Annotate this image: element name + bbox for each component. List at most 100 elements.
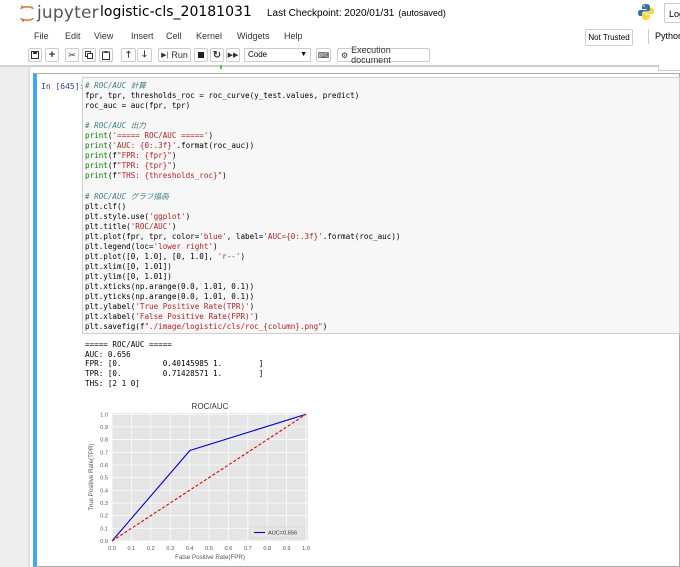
not-trusted-indicator[interactable]: Not Trusted <box>585 29 633 46</box>
execution-document-label: Execution document <box>351 45 391 65</box>
y-tick-label: 0.1 <box>100 526 108 532</box>
menu-widgets[interactable]: Widgets <box>237 31 270 41</box>
scroll-handle[interactable] <box>658 65 680 71</box>
code-token: ) <box>254 312 259 322</box>
cut-button[interactable]: ✂ <box>65 48 79 62</box>
x-tick-label: 0.1 <box>128 546 136 552</box>
menu-cell[interactable]: Cell <box>166 31 182 41</box>
jupyter-logo-icon <box>20 5 34 22</box>
chart-title: ROC/AUC <box>192 402 229 411</box>
arrow-up-icon: 🡑 <box>126 49 131 59</box>
code-token: # ROC/AUC 出力 <box>85 121 146 131</box>
code-line: ​ <box>85 111 400 121</box>
cell-type-select[interactable]: Code ▼ <box>244 48 311 62</box>
notebook-name[interactable]: logistic-cls_20181031 <box>100 4 252 20</box>
code-token: '===== ROC/AUC =====' <box>112 131 209 141</box>
move-down-button[interactable]: 🡓 <box>137 48 152 62</box>
stop-icon <box>198 52 204 58</box>
x-tick-label: 0.0 <box>108 546 116 552</box>
menu-kernel[interactable]: Kernel <box>196 31 222 41</box>
menu-file[interactable]: File <box>34 31 49 41</box>
cell-output-text: ===== ROC/AUC ===== AUC: 0.656 FPR: [0. 0.… <box>85 340 263 389</box>
menu-insert[interactable]: Insert <box>131 31 154 41</box>
x-axis-label: False Positive Rate(FPR) <box>175 554 245 561</box>
restart-button[interactable]: ↻ <box>210 48 224 62</box>
run-button[interactable]: ▶| Run <box>158 48 191 62</box>
code-line: print('===== ROC/AUC =====') <box>85 131 400 141</box>
command-palette-button[interactable]: ⌨ <box>316 48 331 62</box>
code-token: .format(roc_auc)) <box>176 141 255 151</box>
save-icon <box>31 51 39 59</box>
execution-document-button[interactable]: ⚙ Execution document <box>337 45 430 65</box>
code-token: ) <box>171 161 177 171</box>
code-token: fpr, tpr, thresholds_roc = roc_curve(y_t… <box>85 91 360 101</box>
logout-button[interactable]: Log <box>664 3 680 23</box>
code-token: (f <box>107 171 118 181</box>
cell-type-value: Code <box>248 50 268 59</box>
save-button[interactable] <box>28 48 42 62</box>
python-logo-icon <box>637 3 655 26</box>
code-token: ) <box>222 171 227 181</box>
code-line: plt.xlim([0, 1.01]) <box>85 262 400 272</box>
code-line: plt.legend(loc='lower right') <box>85 242 400 252</box>
code-token: print <box>85 171 108 181</box>
code-token: plt.yticks(np.arange(0.0, 1.01, 0.1)) <box>85 291 255 301</box>
code-line: print(f"TPR: {tpr}") <box>85 161 400 171</box>
x-tick-label: 0.8 <box>263 546 271 552</box>
code-token: (f <box>107 151 118 161</box>
y-tick-label: 0.4 <box>100 488 108 494</box>
code-token: plt.title( <box>85 221 131 231</box>
code-token: plt.plot([0, 1.0], [0, 1.0], <box>85 251 218 261</box>
roc-chart: 0.0 0.1 0.2 0.3 0.4 0.5 0.6 0.7 0.8 0.9 1.0 0.0 0.1 0… <box>88 402 310 561</box>
code-token: ) <box>171 221 177 231</box>
y-tick-label: 0.2 <box>100 514 108 520</box>
code-line: print('AUC: {0:.3f}'.format(roc_auc)) <box>85 141 400 151</box>
copy-icon <box>85 51 93 59</box>
code-token: (f <box>107 161 118 171</box>
chevron-down-icon: ▼ <box>300 51 307 58</box>
y-tick-label: 0.9 <box>100 425 108 431</box>
code-line: plt.ylim([0, 1.01]) <box>85 272 400 282</box>
restart-run-all-button[interactable]: ▶▶ <box>226 48 240 62</box>
code-token: ) <box>208 131 214 141</box>
code-token: plt.xlabel( <box>85 312 136 322</box>
paste-button[interactable] <box>99 48 113 62</box>
code-line: # ROC/AUC 計算 <box>85 81 400 91</box>
y-tick-label: 0.8 <box>100 438 108 444</box>
y-axis-label: True Positive Rate(TPR) <box>88 443 95 510</box>
code-token: , label= <box>226 231 264 241</box>
autosave-text: (autosaved) <box>398 8 446 18</box>
menu-view[interactable]: View <box>94 31 113 41</box>
jupyter-logo[interactable]: jupyter <box>20 3 99 23</box>
y-tick-label: 0.7 <box>100 450 108 456</box>
code-token: 'ROC/AUC' <box>130 221 172 231</box>
checkpoint-status: Last Checkpoint: 2020/01/31 (autosaved) <box>267 8 446 19</box>
code-token: print <box>85 141 108 151</box>
code-token: "./image/logistic/cls/roc_{column}.png" <box>144 322 323 332</box>
output-line: THS: [2 1 0] <box>85 378 140 388</box>
x-tick-label: 0.7 <box>244 546 252 552</box>
insert-cell-button[interactable]: + <box>45 48 59 62</box>
y-tick-label: 1.0 <box>100 412 108 418</box>
y-tick-label: 0.3 <box>100 501 108 507</box>
code-token: 'blue' <box>199 231 227 241</box>
menu-edit[interactable]: Edit <box>65 31 81 41</box>
menubar: File Edit View Insert Cell Kernel Widget… <box>0 27 680 47</box>
copy-button[interactable] <box>82 48 96 62</box>
x-tick-label: 0.2 <box>147 546 155 552</box>
code-token: # ROC/AUC グラフ描画 <box>85 191 169 201</box>
code-line: plt.yticks(np.arange(0.0, 1.01, 0.1)) <box>85 292 400 302</box>
interrupt-button[interactable] <box>194 48 208 62</box>
code-token: 'AUC: {0:.3f}' <box>112 141 177 151</box>
menu-help[interactable]: Help <box>284 31 303 41</box>
code-line: plt.clf() <box>85 202 400 212</box>
code-token: plt.savefig(f <box>85 322 145 332</box>
code-editor[interactable]: # ROC/AUC 計算 fpr, tpr, thresholds_roc = r… <box>85 81 400 332</box>
code-token: ) <box>322 322 328 332</box>
code-token: 'True Positive Rate(TPR)' <box>135 302 250 312</box>
code-line: print(f"FPR: {fpr}") <box>85 151 400 161</box>
input-prompt: In [645]: <box>41 82 85 91</box>
code-token: 'AUC={0:.3f}' <box>263 231 323 241</box>
move-up-button[interactable]: 🡑 <box>121 48 136 62</box>
code-token: .format(roc_auc)) <box>322 231 401 241</box>
